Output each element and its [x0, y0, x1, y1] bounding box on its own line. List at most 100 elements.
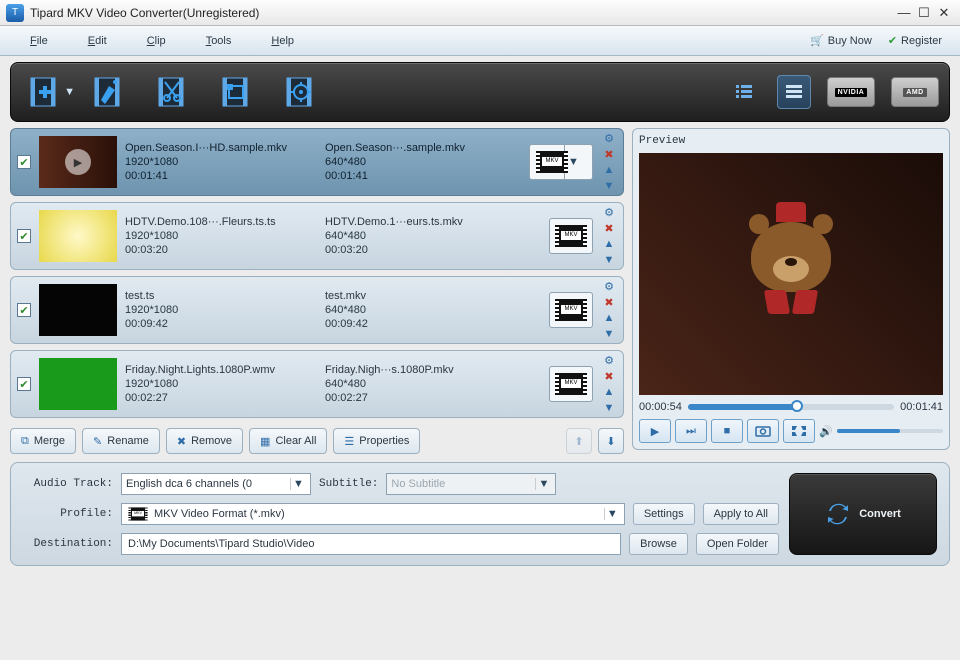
- buy-now-label: Buy Now: [828, 35, 872, 47]
- maximize-button[interactable]: ☐: [914, 5, 934, 21]
- volume-slider[interactable]: [837, 429, 943, 433]
- source-resolution: 1920*1080: [125, 156, 315, 168]
- output-duration: 00:03:20: [325, 244, 515, 256]
- close-button[interactable]: ✕: [934, 5, 954, 21]
- crop-button[interactable]: [213, 70, 261, 114]
- properties-icon: ☰: [344, 435, 354, 448]
- add-file-button[interactable]: ▼: [21, 70, 69, 114]
- format-button[interactable]: MKV: [549, 218, 593, 254]
- subtitle-select[interactable]: No Subtitle▼: [386, 473, 556, 495]
- step-button[interactable]: ⏭: [675, 419, 707, 443]
- menu-clip[interactable]: Clip: [127, 31, 186, 51]
- output-filename: Open.Season···.sample.mkv: [325, 142, 515, 154]
- menu-file[interactable]: File: [10, 31, 68, 51]
- list-item[interactable]: ✔ test.ts 1920*1080 00:09:42 test.mkv 64…: [10, 276, 624, 344]
- output-resolution: 640*480: [325, 156, 515, 168]
- chevron-down-icon: ▼: [535, 478, 551, 490]
- buy-now-button[interactable]: 🛒 Buy Now: [802, 32, 880, 49]
- clear-all-button[interactable]: ▦Clear All: [249, 428, 327, 454]
- item-remove-icon[interactable]: ✖: [601, 295, 617, 309]
- list-item[interactable]: ✔ HDTV.Demo.108···.Fleurs.ts.ts 1920*108…: [10, 202, 624, 270]
- remove-button[interactable]: ✖Remove: [166, 428, 243, 454]
- snapshot-button[interactable]: [747, 419, 779, 443]
- source-filename: Open.Season.I···HD.sample.mkv: [125, 142, 315, 154]
- nvidia-badge[interactable]: NVIDIA: [827, 77, 875, 107]
- menu-help[interactable]: Help: [251, 31, 314, 51]
- fullscreen-button[interactable]: [783, 419, 815, 443]
- source-filename: HDTV.Demo.108···.Fleurs.ts.ts: [125, 216, 315, 228]
- list-item[interactable]: ✔ Friday.Night.Lights.1080P.wmv 1920*108…: [10, 350, 624, 418]
- play-overlay-icon: ▶: [65, 149, 91, 175]
- register-button[interactable]: ✔ Register: [880, 32, 950, 49]
- item-settings-icon[interactable]: ⚙: [601, 279, 617, 293]
- view-detail-button[interactable]: [777, 75, 811, 109]
- format-button[interactable]: MKV ▼: [529, 144, 593, 180]
- item-move-down-icon[interactable]: ▼: [601, 401, 617, 415]
- minimize-button[interactable]: —: [894, 5, 914, 21]
- source-duration: 00:03:20: [125, 244, 315, 256]
- convert-button[interactable]: Convert: [789, 473, 937, 555]
- item-move-up-icon[interactable]: ▲: [601, 385, 617, 399]
- item-settings-icon[interactable]: ⚙: [601, 205, 617, 219]
- open-folder-button[interactable]: Open Folder: [696, 533, 779, 555]
- rename-button[interactable]: ✎Rename: [82, 428, 160, 454]
- time-total: 00:01:41: [900, 401, 943, 413]
- item-move-down-icon[interactable]: ▼: [601, 179, 617, 193]
- profile-select[interactable]: MKV MKV Video Format (*.mkv)▼: [121, 503, 625, 525]
- item-checkbox[interactable]: ✔: [17, 155, 31, 169]
- audio-track-label: Audio Track:: [23, 478, 113, 490]
- item-checkbox[interactable]: ✔: [17, 229, 31, 243]
- effect-button[interactable]: [85, 70, 133, 114]
- preferences-button[interactable]: [277, 70, 325, 114]
- item-thumbnail[interactable]: [39, 358, 117, 410]
- view-list-button[interactable]: [727, 75, 761, 109]
- source-duration: 00:01:41: [125, 170, 315, 182]
- window-title: Tipard MKV Video Converter(Unregistered): [30, 6, 894, 20]
- preview-label: Preview: [639, 135, 943, 147]
- item-checkbox[interactable]: ✔: [17, 377, 31, 391]
- format-button[interactable]: MKV: [549, 366, 593, 402]
- preview-screen[interactable]: [639, 153, 943, 395]
- item-settings-icon[interactable]: ⚙: [601, 131, 617, 145]
- destination-input[interactable]: D:\My Documents\Tipard Studio\Video: [121, 533, 621, 555]
- source-duration: 00:02:27: [125, 392, 315, 404]
- move-down-button[interactable]: ⬇: [598, 428, 624, 454]
- menu-edit[interactable]: Edit: [68, 31, 127, 51]
- item-thumbnail[interactable]: ▶: [39, 136, 117, 188]
- item-checkbox[interactable]: ✔: [17, 303, 31, 317]
- play-button[interactable]: ▶: [639, 419, 671, 443]
- item-move-up-icon[interactable]: ▲: [601, 163, 617, 177]
- volume-icon[interactable]: 🔊: [819, 425, 833, 438]
- output-filename: Friday.Nigh···s.1080P.mkv: [325, 364, 515, 376]
- item-thumbnail[interactable]: [39, 284, 117, 336]
- amd-badge[interactable]: AMD: [891, 77, 939, 107]
- seek-slider[interactable]: [688, 404, 894, 410]
- properties-button[interactable]: ☰Properties: [333, 428, 420, 454]
- chevron-down-icon: ▼: [604, 508, 620, 520]
- preview-panel: Preview 00:00:54 00:01:41 ▶ ⏭ ■ 🔊: [632, 128, 950, 450]
- list-item[interactable]: ✔ ▶ Open.Season.I···HD.sample.mkv 1920*1…: [10, 128, 624, 196]
- menu-tools[interactable]: Tools: [186, 31, 252, 51]
- stop-button[interactable]: ■: [711, 419, 743, 443]
- audio-track-select[interactable]: English dca 6 channels (0▼: [121, 473, 311, 495]
- trim-button[interactable]: [149, 70, 197, 114]
- register-label: Register: [901, 35, 942, 47]
- item-move-down-icon[interactable]: ▼: [601, 327, 617, 341]
- move-up-button[interactable]: ⬆: [566, 428, 592, 454]
- settings-button[interactable]: Settings: [633, 503, 695, 525]
- item-remove-icon[interactable]: ✖: [601, 147, 617, 161]
- item-remove-icon[interactable]: ✖: [601, 369, 617, 383]
- format-button[interactable]: MKV: [549, 292, 593, 328]
- merge-button[interactable]: ⧉Merge: [10, 428, 76, 454]
- item-move-up-icon[interactable]: ▲: [601, 237, 617, 251]
- item-settings-icon[interactable]: ⚙: [601, 353, 617, 367]
- apply-all-button[interactable]: Apply to All: [703, 503, 779, 525]
- item-remove-icon[interactable]: ✖: [601, 221, 617, 235]
- browse-button[interactable]: Browse: [629, 533, 688, 555]
- item-move-down-icon[interactable]: ▼: [601, 253, 617, 267]
- pencil-icon: ✎: [93, 435, 102, 448]
- item-move-up-icon[interactable]: ▲: [601, 311, 617, 325]
- film-icon: MKV: [559, 225, 583, 247]
- output-duration: 00:02:27: [325, 392, 515, 404]
- item-thumbnail[interactable]: [39, 210, 117, 262]
